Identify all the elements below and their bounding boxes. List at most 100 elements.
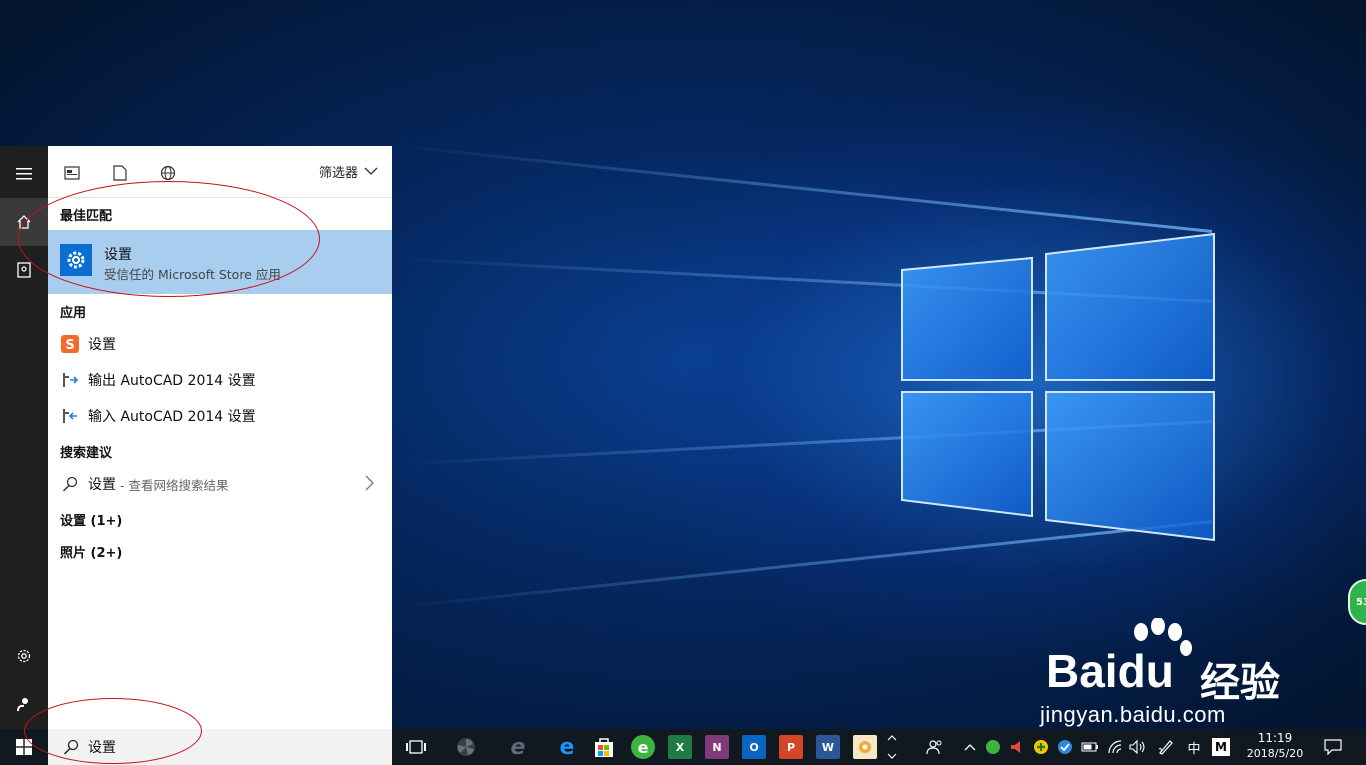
app-result-item[interactable]: 输出 AutoCAD 2014 设置	[48, 363, 392, 397]
taskbar-app-outlook[interactable]: O	[742, 735, 766, 759]
home-button[interactable]	[0, 198, 48, 246]
search-results-panel: 筛选器 最佳匹配 设置 受信任的 Microsoft Store 应用 应用 S…	[48, 146, 392, 729]
web-suggestion-item[interactable]: 设置 - 查看网络搜索结果	[48, 467, 392, 501]
action-center-button[interactable]	[1322, 738, 1344, 756]
app-result-label: 输入 AutoCAD 2014 设置	[88, 409, 256, 425]
wifi-indicator[interactable]	[1106, 738, 1126, 756]
import-tool-icon	[60, 406, 80, 426]
taskbar-app-photos[interactable]	[853, 735, 877, 759]
people-button[interactable]	[924, 738, 946, 756]
taskbar-app-ie[interactable]: e	[506, 735, 530, 760]
app-result-label: 设置	[88, 337, 116, 353]
best-match-settings-item[interactable]: 设置 受信任的 Microsoft Store 应用	[48, 230, 392, 294]
volume-icon	[1129, 739, 1145, 755]
more-photos-link[interactable]: 照片 (2+)	[60, 542, 122, 561]
tray-green-app[interactable]	[984, 738, 1002, 756]
filter-dropdown[interactable]: 筛选器	[319, 162, 378, 181]
green-circle-icon	[986, 740, 1000, 754]
search-input[interactable]	[88, 739, 368, 755]
sogou-s-icon: S	[60, 334, 80, 354]
suggestion-hint: - 查看网络搜索结果	[120, 477, 229, 493]
hamburger-icon	[16, 168, 32, 180]
app-window-icon	[64, 166, 80, 180]
taskbar-app-store[interactable]	[592, 735, 616, 759]
results-header: 筛选器	[48, 146, 392, 198]
documents-filter-button[interactable]	[108, 162, 132, 184]
search-icon	[62, 738, 80, 756]
battery-indicator[interactable]	[1080, 738, 1100, 756]
windows-icon	[16, 739, 32, 755]
user-button[interactable]	[0, 680, 48, 728]
app-result-item[interactable]: 输入 AutoCAD 2014 设置	[48, 399, 392, 433]
watermark-du: du	[1117, 645, 1174, 697]
taskbar-app-word[interactable]: W	[816, 735, 840, 759]
task-view-button[interactable]	[404, 735, 428, 759]
start-button[interactable]	[0, 729, 48, 765]
taskbar-app-edge[interactable]: e	[555, 735, 579, 760]
watermark-url: jingyan.baidu.com	[1040, 702, 1226, 727]
m-indicator[interactable]: M	[1212, 738, 1230, 756]
globe-icon	[160, 165, 176, 181]
gear-icon	[17, 649, 31, 663]
store-bag-icon	[595, 738, 613, 757]
tray-plus-app[interactable]	[1032, 738, 1050, 756]
chevron-right-icon	[365, 475, 374, 495]
check-shield-icon	[1058, 740, 1072, 754]
notebook-button[interactable]	[0, 246, 48, 294]
best-match-title: 最佳匹配	[60, 209, 113, 224]
best-match-subtitle: 受信任的 Microsoft Store 应用	[104, 267, 281, 282]
people-icon	[926, 740, 942, 755]
speaker-muted-icon	[1011, 741, 1020, 753]
app-result-label: 输出 AutoCAD 2014 设置	[88, 373, 256, 389]
document-icon	[113, 165, 127, 181]
battery-icon	[1081, 742, 1098, 752]
settings-app-tile	[60, 244, 92, 276]
chevron-down-icon	[364, 164, 378, 179]
svg-text:S: S	[65, 338, 74, 353]
settings-button[interactable]	[0, 632, 48, 680]
task-view-icon	[406, 740, 426, 754]
notebook-icon	[17, 262, 31, 278]
taskbar-app-excel[interactable]: X	[668, 735, 692, 759]
notification-icon	[1324, 739, 1342, 755]
watermark-bai: Bai	[1046, 645, 1118, 697]
menu-button[interactable]	[0, 150, 48, 198]
apps-filter-button[interactable]	[60, 162, 84, 184]
start-menu: 筛选器 最佳匹配 设置 受信任的 Microsoft Store 应用 应用 S…	[0, 146, 392, 729]
plus-badge-icon	[1034, 740, 1048, 754]
wifi-icon	[1108, 740, 1122, 754]
photos-icon	[859, 741, 871, 753]
clock-date: 2018/5/20	[1246, 747, 1304, 760]
taskbar-search-box[interactable]	[48, 729, 392, 765]
tray-check-app[interactable]	[1056, 738, 1074, 756]
suggestions-title: 搜索建议	[60, 446, 113, 461]
taskbar: e e e X N O P W 中 M 11:19	[0, 729, 1366, 765]
search-icon	[60, 474, 80, 494]
ime-indicator[interactable]: 中	[1184, 738, 1204, 757]
user-icon	[17, 698, 28, 712]
start-rail	[0, 146, 48, 729]
clock-time: 11:19	[1257, 731, 1293, 745]
chevron-up-icon	[964, 744, 976, 751]
app-result-item[interactable]: S 设置	[48, 327, 392, 361]
export-tool-icon	[60, 370, 80, 390]
watermark-brand: Baidu	[1046, 644, 1174, 698]
taskbar-scroll[interactable]	[886, 735, 898, 759]
taskbar-app-onenote[interactable]: N	[705, 735, 729, 759]
watermark-jingyan: 经验	[1200, 660, 1280, 706]
taskbar-app-powerpoint[interactable]: P	[779, 735, 803, 759]
tray-overflow-button[interactable]	[962, 738, 978, 756]
pen-workspace-button[interactable]	[1156, 738, 1176, 756]
gear-icon	[67, 251, 85, 269]
taskbar-app-browser[interactable]: e	[631, 735, 655, 759]
web-filter-button[interactable]	[156, 162, 180, 184]
suggestion-label: 设置	[88, 477, 116, 493]
tray-speaker-red[interactable]	[1008, 738, 1026, 756]
taskbar-app-fan[interactable]	[454, 735, 478, 759]
filter-label: 筛选器	[318, 166, 358, 181]
fan-icon	[457, 738, 475, 756]
apps-section-title: 应用	[60, 306, 87, 321]
more-settings-link[interactable]: 设置 (1+)	[60, 510, 122, 529]
volume-indicator[interactable]	[1128, 738, 1148, 756]
system-clock[interactable]: 11:19 2018/5/20	[1236, 731, 1314, 760]
